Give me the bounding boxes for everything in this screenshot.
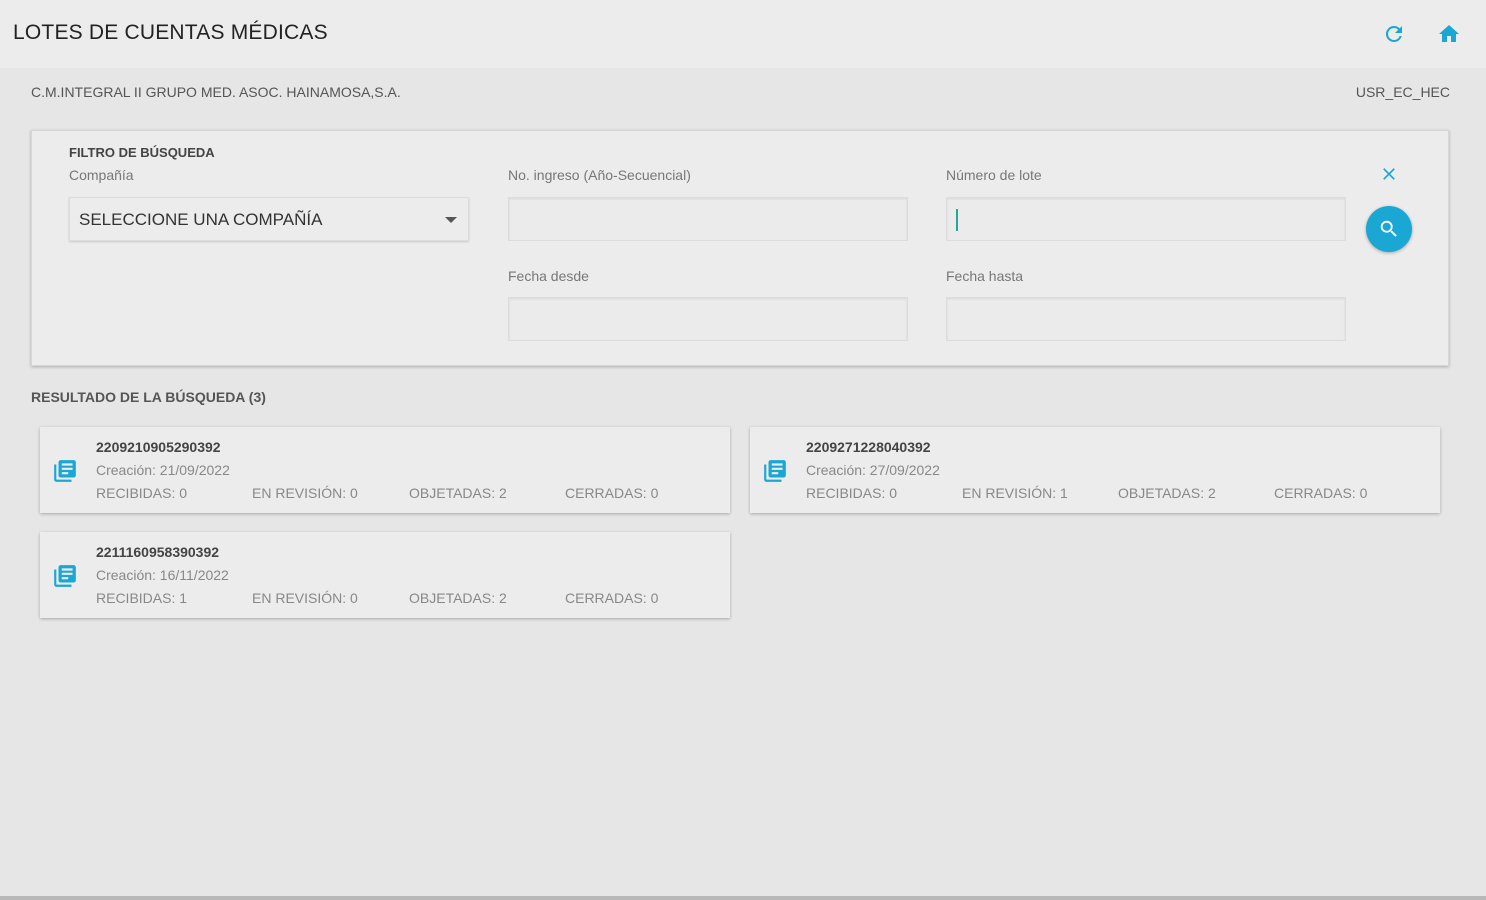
home-button[interactable] — [1433, 18, 1465, 50]
search-icon — [1380, 220, 1397, 237]
result-card[interactable]: 2209210905290392 Creación: 21/09/2022 RE… — [40, 427, 730, 513]
library-books-icon — [54, 460, 76, 482]
company-select[interactable]: SELECCIONE UNA COMPAÑÍA — [69, 197, 469, 241]
card-objetadas: OBJETADAS: 2 — [1118, 485, 1216, 501]
home-icon — [1439, 25, 1459, 42]
lote-input[interactable] — [947, 198, 1345, 240]
fecha-hasta-label: Fecha hasta — [946, 268, 1024, 284]
refresh-icon — [1385, 25, 1402, 42]
lote-label: Número de lote — [946, 167, 1042, 183]
fecha-desde-field-box — [508, 297, 908, 341]
card-cerradas: CERRADAS: 0 — [1274, 485, 1368, 501]
card-creation-date: Creación: 21/09/2022 — [96, 462, 230, 478]
card-lote-number: 2209271228040392 — [806, 439, 931, 455]
lote-field-box — [946, 197, 1346, 241]
card-en-revision: EN REVISIÓN: 0 — [252, 590, 358, 606]
ingreso-field-box — [508, 197, 908, 241]
bottom-divider — [0, 896, 1486, 900]
ingreso-label: No. ingreso (Año-Secuencial) — [508, 167, 691, 183]
card-cerradas: CERRADAS: 0 — [565, 485, 659, 501]
result-card[interactable]: 2209271228040392 Creación: 27/09/2022 RE… — [750, 427, 1440, 513]
search-button[interactable] — [1366, 206, 1412, 252]
close-icon — [1383, 168, 1395, 180]
fecha-hasta-input[interactable] — [947, 298, 1345, 340]
company-label: Compañía — [69, 167, 134, 183]
result-card[interactable]: 2211160958390392 Creación: 16/11/2022 RE… — [40, 532, 730, 618]
clear-button[interactable] — [1376, 161, 1402, 187]
ingreso-input[interactable] — [509, 198, 907, 240]
company-select-value: SELECCIONE UNA COMPAÑÍA — [79, 210, 323, 229]
text-cursor — [956, 209, 958, 231]
card-creation-date: Creación: 27/09/2022 — [806, 462, 940, 478]
card-lote-number: 2211160958390392 — [96, 544, 220, 560]
user-name: USR_EC_HEC — [1355, 84, 1450, 100]
card-en-revision: EN REVISIÓN: 0 — [252, 485, 358, 501]
card-objetadas: OBJETADAS: 2 — [409, 590, 507, 606]
page-title: LOTES DE CUENTAS MÉDICAS — [13, 21, 328, 44]
fecha-desde-label: Fecha desde — [508, 268, 589, 284]
fecha-desde-input[interactable] — [509, 298, 907, 340]
card-creation-date: Creación: 16/11/2022 — [96, 567, 229, 583]
app-bar: LOTES DE CUENTAS MÉDICAS — [0, 0, 1486, 68]
chevron-down-icon — [445, 217, 457, 223]
card-lote-number: 2209210905290392 — [96, 439, 221, 455]
library-books-icon — [54, 565, 76, 587]
filter-title: FILTRO DE BÚSQUEDA — [69, 145, 215, 160]
card-recibidas: RECIBIDAS: 0 — [806, 485, 898, 501]
company-name: C.M.INTEGRAL II GRUPO MED. ASOC. HAINAMO… — [31, 84, 401, 100]
refresh-button[interactable] — [1378, 18, 1410, 50]
card-objetadas: OBJETADAS: 2 — [409, 485, 507, 501]
card-recibidas: RECIBIDAS: 1 — [96, 590, 188, 606]
library-books-icon — [764, 460, 786, 482]
card-recibidas: RECIBIDAS: 0 — [96, 485, 188, 501]
search-filter-card: FILTRO DE BÚSQUEDA Compañía SELECCIONE U… — [31, 130, 1449, 366]
results-title: RESULTADO DE LA BÚSQUEDA (3) — [31, 389, 266, 405]
fecha-hasta-field-box — [946, 297, 1346, 341]
card-cerradas: CERRADAS: 0 — [565, 590, 659, 606]
card-en-revision: EN REVISIÓN: 1 — [962, 485, 1068, 501]
